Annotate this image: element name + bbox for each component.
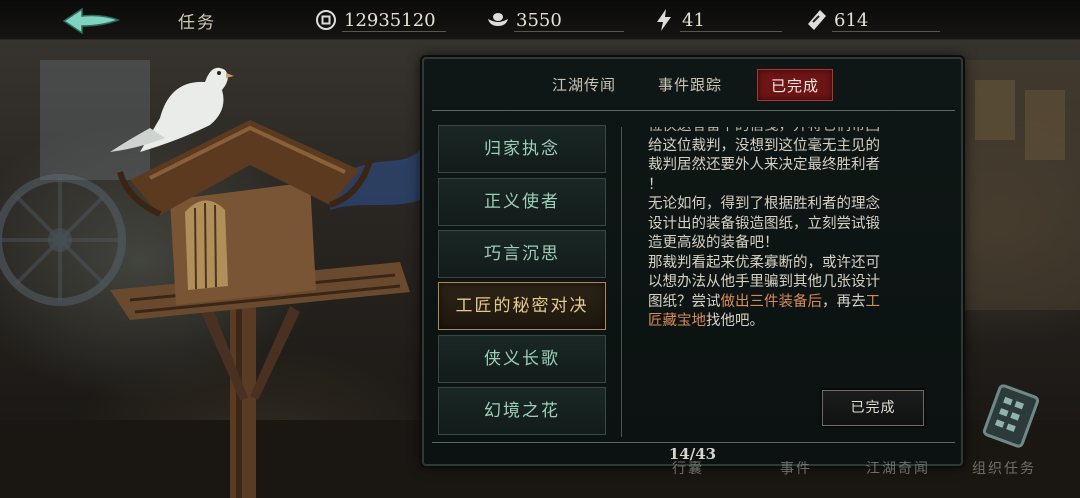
- nav-bag[interactable]: 行囊: [672, 458, 704, 478]
- coin-counter: 12935120: [314, 6, 446, 34]
- silver-underline: [514, 31, 624, 32]
- nav-rumors[interactable]: 江湖奇闻: [866, 458, 930, 478]
- ticket-value: 614: [834, 9, 869, 31]
- quest-item[interactable]: 幻境之花: [438, 387, 606, 435]
- quest-item[interactable]: 侠义长歌: [438, 335, 606, 383]
- silver-counter: 3550: [486, 6, 624, 34]
- stamina-value: 41: [682, 9, 705, 31]
- ticket-icon: [804, 8, 828, 32]
- desc-line: 裁判居然还要外人来决定最终胜利者: [648, 157, 880, 173]
- nav-events[interactable]: 事件: [780, 458, 812, 478]
- page-title: 任务: [178, 13, 216, 33]
- silver-ingot-icon: [486, 8, 510, 32]
- desc-text: ，再去: [822, 293, 866, 310]
- top-bar: 任务 12935120 3550 41 614: [0, 0, 1080, 40]
- desc-line: 无论如何，得到了根据胜利者的理念: [648, 196, 880, 212]
- desc-line: 给这位裁判，没想到这位毫无主见的: [648, 137, 880, 154]
- quest-item-selected[interactable]: 工匠的秘密对决: [438, 282, 606, 330]
- tab-tracking[interactable]: 事件跟踪: [648, 69, 732, 101]
- book-icon[interactable]: [977, 380, 1049, 452]
- back-arrow-icon: [62, 7, 121, 35]
- desc-line: 造更高级的装备吧！: [648, 235, 779, 251]
- back-button[interactable]: [62, 6, 122, 36]
- ticket-underline: [832, 31, 940, 32]
- tab-rumors[interactable]: 江湖传闻: [542, 69, 626, 101]
- desc-line-partial: 位侠送者留下的信笺，并将它们带回: [648, 127, 948, 137]
- coin-underline: [342, 31, 446, 32]
- tab-completed[interactable]: 已完成: [757, 69, 833, 101]
- desc-line: 那裁判看起来优柔寡断的，或许还可: [648, 254, 880, 271]
- desc-line: 图纸？尝试做出三件装备后，再去工: [648, 293, 948, 313]
- stamina-underline: [680, 31, 782, 32]
- desc-highlight: 匠藏宝地: [648, 313, 706, 329]
- silver-value: 3550: [516, 9, 562, 31]
- quest-panel: 江湖传闻 事件跟踪 已完成 归家执念 正义使者 巧言沉思 工匠的秘密对决 侠义长…: [422, 57, 963, 466]
- desc-highlight: 工: [865, 293, 881, 310]
- bottom-divider: [432, 442, 955, 443]
- lightning-icon: [652, 8, 676, 32]
- desc-text: 找他吧。: [706, 313, 764, 329]
- quest-item[interactable]: 归家执念: [438, 125, 606, 173]
- completed-button[interactable]: 已完成: [822, 390, 924, 426]
- desc-line: 以想办法从他手里骗到其他几张设计: [648, 274, 880, 290]
- coin-icon: [314, 8, 338, 32]
- quest-description[interactable]: 位侠送者留下的信笺，并将它们带回 给这位裁判，没想到这位毫无主见的 裁判居然还要…: [648, 127, 948, 359]
- desc-highlight: 做出三件装备后: [720, 293, 823, 310]
- nav-guild-tasks[interactable]: 组织任务: [972, 458, 1036, 478]
- quest-item[interactable]: 正义使者: [438, 178, 606, 226]
- coin-value: 12935120: [344, 9, 436, 31]
- quest-item[interactable]: 巧言沉思: [438, 230, 606, 278]
- desc-line: 设计出的装备锻造图纸，立刻尝试锻: [648, 215, 880, 232]
- tab-divider: [432, 110, 955, 111]
- stamina-counter: 41: [652, 6, 782, 34]
- desc-text: 图纸？尝试: [648, 293, 721, 310]
- desc-line: ！: [648, 176, 663, 193]
- desc-line: 匠藏宝地找他吧。: [648, 312, 948, 332]
- ticket-counter: 614: [804, 6, 940, 34]
- tab-bar: 江湖传闻 事件跟踪 已完成: [424, 69, 961, 103]
